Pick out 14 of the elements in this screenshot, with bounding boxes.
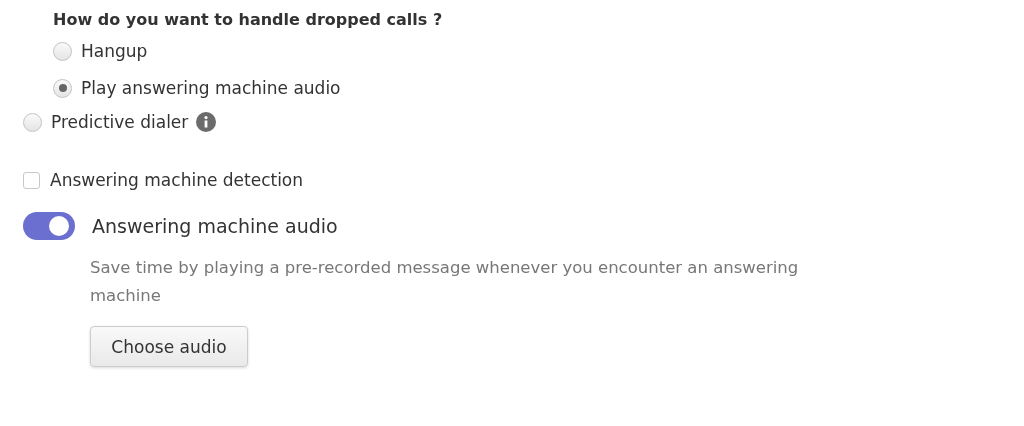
- info-icon[interactable]: [196, 112, 217, 132]
- description-text: Save time by playing a pre-recorded message whenever you encounter an answering machine: [90, 257, 800, 307]
- checkbox[interactable]: [23, 171, 40, 189]
- radio-button[interactable]: [23, 112, 42, 132]
- option-label: Predictive dialer: [51, 112, 189, 132]
- option-label: Hangup: [81, 41, 148, 61]
- choose-audio-button[interactable]: Choose audio: [90, 326, 248, 367]
- toggle-label: Answering machine audio: [92, 215, 338, 237]
- checkbox-label: Answering machine detection: [50, 170, 304, 190]
- radio-button[interactable]: [53, 41, 72, 61]
- option-label: Play answering machine audio: [81, 78, 341, 98]
- radio-button[interactable]: [53, 78, 72, 98]
- toggle-switch[interactable]: [23, 212, 75, 240]
- question-text: How do you want to handle dropped calls ?: [53, 9, 444, 31]
